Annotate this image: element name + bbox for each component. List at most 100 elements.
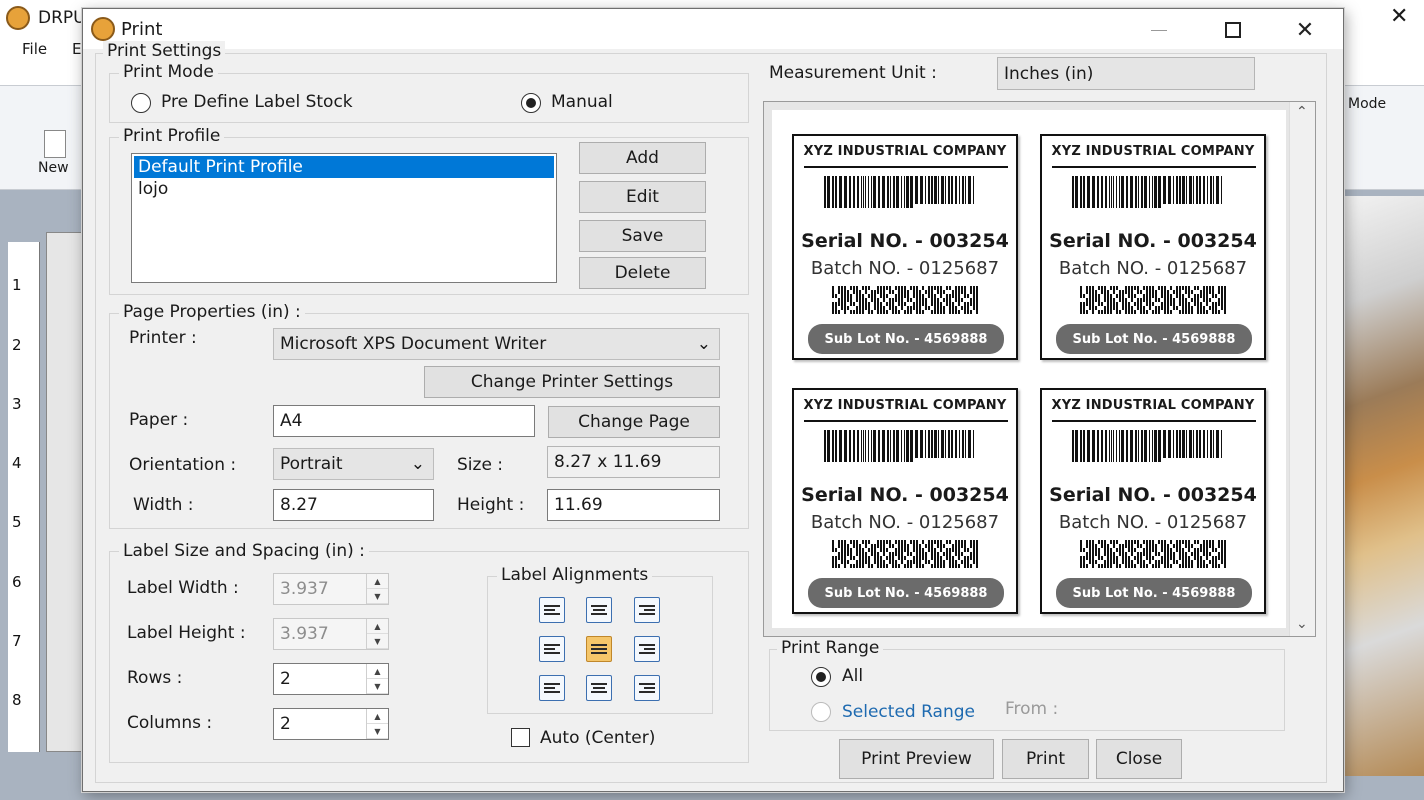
preview-label: XYZ INDUSTRIAL COMPANY Serial NO. - 0032… bbox=[1040, 388, 1266, 614]
size-label: Size : bbox=[457, 455, 504, 475]
spin-up-icon: ▲ bbox=[367, 574, 388, 589]
ruler-number: 2 bbox=[12, 336, 22, 354]
align-top-left-icon[interactable] bbox=[539, 597, 565, 623]
label-alignments-legend: Label Alignments bbox=[497, 565, 653, 585]
profile-listbox[interactable]: Default Print Profile lojo bbox=[131, 153, 557, 283]
orientation-select[interactable]: Portrait ⌄ bbox=[273, 448, 434, 480]
new-document-icon[interactable] bbox=[44, 130, 66, 158]
orientation-select-value: Portrait bbox=[280, 454, 343, 474]
align-top-center-icon[interactable] bbox=[586, 597, 612, 623]
predefine-label-stock-radio[interactable] bbox=[131, 93, 151, 113]
label-serial: Serial NO. - 003254 bbox=[801, 484, 1009, 506]
rows-spinner[interactable]: ▲ ▼ bbox=[366, 664, 388, 694]
align-bottom-center-icon[interactable] bbox=[586, 675, 612, 701]
range-selected-radio[interactable] bbox=[811, 702, 831, 722]
add-profile-button[interactable]: Add bbox=[579, 142, 706, 174]
spin-down-icon[interactable]: ▼ bbox=[367, 679, 388, 694]
label-serial: Serial NO. - 003254 bbox=[801, 230, 1009, 252]
align-middle-center-icon[interactable] bbox=[586, 636, 612, 662]
predefine-label-stock-label[interactable]: Pre Define Label Stock bbox=[161, 92, 353, 112]
range-all-label[interactable]: All bbox=[842, 666, 863, 686]
barcode-2d-icon bbox=[832, 540, 978, 568]
close-window-button[interactable]: ✕ bbox=[1275, 13, 1335, 47]
ribbon-mode-label: Mode bbox=[1348, 96, 1387, 112]
delete-profile-button[interactable]: Delete bbox=[579, 257, 706, 289]
paper-label: Paper : bbox=[129, 410, 189, 430]
align-bottom-left-icon[interactable] bbox=[539, 675, 565, 701]
auto-center-label[interactable]: Auto (Center) bbox=[540, 728, 655, 748]
spin-up-icon[interactable]: ▲ bbox=[367, 709, 388, 724]
barcode-1d-icon bbox=[1072, 430, 1222, 462]
manual-radio[interactable] bbox=[521, 93, 541, 113]
chevron-down-icon: ⌄ bbox=[410, 454, 425, 474]
orientation-label: Orientation : bbox=[129, 455, 237, 475]
preview-page: XYZ INDUSTRIAL COMPANY Serial NO. - 0032… bbox=[772, 110, 1286, 628]
align-bottom-right-icon[interactable] bbox=[634, 675, 660, 701]
align-top-right-icon[interactable] bbox=[634, 597, 660, 623]
minimize-button[interactable] bbox=[1129, 13, 1189, 47]
align-middle-right-icon[interactable] bbox=[634, 636, 660, 662]
label-batch: Batch NO. - 0125687 bbox=[810, 512, 1000, 533]
scroll-down-icon[interactable]: ⌄ bbox=[1296, 616, 1308, 632]
change-page-button[interactable]: Change Page bbox=[548, 406, 720, 438]
menu-file[interactable]: File bbox=[22, 40, 47, 58]
columns-stepper[interactable]: 2 ▲ ▼ bbox=[273, 708, 389, 740]
dialog-title: Print bbox=[121, 19, 163, 40]
print-dialog: Print ✕ Print Settings Print Mode Pre De… bbox=[82, 8, 1344, 792]
range-all-radio[interactable] bbox=[811, 667, 831, 687]
printer-label: Printer : bbox=[129, 328, 197, 348]
measurement-unit-field[interactable]: Inches (in) bbox=[997, 57, 1255, 90]
menu-edit[interactable]: E bbox=[72, 40, 81, 58]
manual-label[interactable]: Manual bbox=[551, 92, 613, 112]
width-field[interactable]: 8.27 bbox=[273, 489, 434, 521]
columns-label: Columns : bbox=[127, 713, 213, 733]
label-size-legend: Label Size and Spacing (in) : bbox=[119, 541, 369, 561]
scroll-up-icon[interactable]: ⌃ bbox=[1296, 104, 1308, 120]
printer-select[interactable]: Microsoft XPS Document Writer ⌄ bbox=[273, 328, 720, 360]
columns-value: 2 bbox=[280, 714, 291, 734]
edit-profile-button[interactable]: Edit bbox=[579, 181, 706, 213]
dialog-titlebar: Print ✕ bbox=[83, 9, 1343, 49]
profile-item-selected[interactable]: Default Print Profile bbox=[134, 156, 554, 178]
print-button[interactable]: Print bbox=[1002, 739, 1089, 779]
label-height-value: 3.937 bbox=[280, 624, 329, 644]
dialog-logo-icon bbox=[91, 17, 115, 41]
width-label: Width : bbox=[133, 495, 194, 515]
barcode-2d-icon bbox=[1080, 540, 1226, 568]
label-company: XYZ INDUSTRIAL COMPANY bbox=[1051, 398, 1255, 413]
label-sublot: Sub Lot No. - 4569888 bbox=[808, 578, 1004, 608]
barcode-1d-icon bbox=[824, 430, 974, 462]
maximize-button[interactable] bbox=[1203, 13, 1263, 47]
ruler-number: 5 bbox=[12, 513, 22, 531]
measurement-unit-label: Measurement Unit : bbox=[769, 63, 937, 83]
label-preview-panel[interactable]: XYZ INDUSTRIAL COMPANY Serial NO. - 0032… bbox=[763, 101, 1316, 637]
profile-item[interactable]: lojo bbox=[134, 178, 554, 200]
align-middle-left-icon[interactable] bbox=[539, 636, 565, 662]
label-company: XYZ INDUSTRIAL COMPANY bbox=[1051, 144, 1255, 159]
preview-scrollbar[interactable]: ⌃ ⌄ bbox=[1289, 102, 1315, 636]
save-profile-button[interactable]: Save bbox=[579, 220, 706, 252]
rows-stepper[interactable]: 2 ▲ ▼ bbox=[273, 663, 389, 695]
background-close-icon[interactable]: ✕ bbox=[1390, 4, 1408, 29]
barcode-2d-icon bbox=[832, 286, 978, 314]
rows-value: 2 bbox=[280, 669, 291, 689]
spin-down-icon[interactable]: ▼ bbox=[367, 724, 388, 739]
close-button[interactable]: Close bbox=[1096, 739, 1182, 779]
range-selected-label[interactable]: Selected Range bbox=[842, 702, 975, 722]
print-preview-button[interactable]: Print Preview bbox=[839, 739, 994, 779]
ribbon-new-label: New bbox=[38, 160, 69, 176]
height-label: Height : bbox=[457, 495, 525, 515]
background-app-title: DRPU bbox=[38, 8, 86, 28]
range-from-label: From : bbox=[1005, 699, 1059, 719]
height-field[interactable]: 11.69 bbox=[547, 489, 720, 521]
maximize-icon bbox=[1225, 22, 1241, 38]
spin-up-icon[interactable]: ▲ bbox=[367, 664, 388, 679]
barcode-1d-icon bbox=[1072, 176, 1222, 208]
spin-down-icon: ▼ bbox=[367, 634, 388, 649]
label-divider bbox=[804, 420, 1008, 422]
auto-center-checkbox[interactable] bbox=[511, 728, 530, 747]
columns-spinner[interactable]: ▲ ▼ bbox=[366, 709, 388, 739]
change-printer-settings-button[interactable]: Change Printer Settings bbox=[424, 366, 720, 398]
paper-field[interactable]: A4 bbox=[273, 405, 535, 437]
label-width-spinner: ▲ ▼ bbox=[366, 574, 388, 604]
